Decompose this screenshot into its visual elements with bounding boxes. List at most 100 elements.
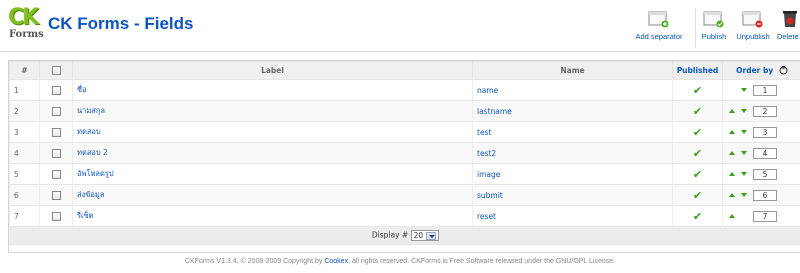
row-order-cell: 5 [722,163,800,185]
move-down-icon[interactable] [741,88,747,92]
field-name-link[interactable]: reset [477,212,496,221]
move-up-icon[interactable] [729,172,735,176]
row-order-cell: 7 [722,205,800,227]
col-header-order-by[interactable]: Order by [722,61,800,80]
published-check-icon[interactable]: ✔ [693,105,702,118]
order-input[interactable]: 3 [753,126,777,138]
field-label-link[interactable]: ชื่อ [77,85,87,94]
field-name-link[interactable]: image [477,170,500,179]
field-label-link[interactable]: ส่งข้อมูล [77,190,104,199]
copyright-text-post: , all rights reserved. CKForms is Free S… [348,258,616,265]
field-label-link[interactable]: ทดสอบ [77,127,101,136]
pagination-cell: Display # 20 [9,226,800,245]
table-row: 1 ชื่อ name ✔ 1 [9,79,800,101]
display-limit-value: 20 [413,231,424,240]
row-checkbox[interactable] [51,148,61,158]
move-down-icon[interactable] [741,130,747,134]
row-label-cell: อัพโหลดรูป [72,163,473,185]
move-down-icon[interactable] [741,151,747,155]
table-row: 7 รีเซ็ต reset ✔ 7 [9,205,800,227]
field-label-link[interactable]: ทดสอบ 2 [77,148,108,157]
row-published-cell: ✔ [672,100,723,122]
header: CK Forms CK Forms - Fields Add separator… [0,0,800,52]
field-name-link[interactable]: lastname [477,107,512,116]
row-checkbox-cell [39,142,73,164]
select-all-checkbox[interactable] [51,66,61,76]
order-input[interactable]: 2 [753,105,777,117]
field-name-link[interactable]: test [477,128,491,137]
order-input[interactable]: 5 [753,168,777,180]
field-label-link[interactable]: รีเซ็ต [77,211,94,220]
table-row: 6 ส่งข้อมูล submit ✔ 6 [9,184,800,206]
move-up-icon[interactable] [729,151,735,155]
chevron-down-icon [426,232,437,240]
row-checkbox-cell [39,79,73,101]
unpublish-button[interactable]: Unpublish [734,8,772,44]
row-checkbox-cell [39,100,73,122]
row-checkbox[interactable] [51,169,61,179]
move-up-icon[interactable] [729,109,735,113]
toolbar: Add separator Publish Unpublish Delete [0,8,800,48]
row-published-cell: ✔ [672,184,723,206]
row-name-cell: test [472,121,673,143]
move-down-icon[interactable] [741,193,747,197]
published-check-icon[interactable]: ✔ [693,84,702,97]
row-number: 2 [9,100,40,122]
row-checkbox[interactable] [51,127,61,137]
fields-table-body: 1 ชื่อ name ✔ 1 2 นามสกุล lastname ✔ 2 3 ทดสอบ test ✔… [9,79,800,227]
unpublish-icon [742,11,763,28]
add-separator-icon [648,11,669,28]
fields-table-panel: # Label Name Published Order by 1 ชื่อ nam… [8,60,800,253]
row-checkbox[interactable] [51,85,61,95]
published-check-icon[interactable]: ✔ [693,210,702,223]
move-down-icon[interactable] [741,109,747,113]
row-checkbox[interactable] [51,106,61,116]
row-label-cell: ทดสอบ [72,121,473,143]
row-checkbox-cell [39,163,73,185]
publish-button[interactable]: Publish [698,8,730,44]
delete-label: Delete [777,32,799,41]
row-name-cell: submit [472,184,673,206]
row-checkbox-cell [39,184,73,206]
add-separator-button[interactable]: Add separator [630,8,688,44]
delete-button[interactable]: Delete [776,8,800,44]
row-published-cell: ✔ [672,142,723,164]
move-up-icon[interactable] [729,214,735,218]
row-label-cell: รีเซ็ต [72,205,473,227]
order-input[interactable]: 7 [753,210,777,222]
published-check-icon[interactable]: ✔ [693,189,702,202]
published-check-icon[interactable]: ✔ [693,126,702,139]
row-number: 3 [9,121,40,143]
field-name-link[interactable]: submit [477,191,503,200]
col-header-name[interactable]: Name [472,61,673,80]
copyright-footer: CKForms V1.3.4, © 2008-2009 Copyright by… [0,258,800,265]
field-name-link[interactable]: name [477,86,498,95]
field-label-link[interactable]: อัพโหลดรูป [77,169,114,178]
row-checkbox-cell [39,121,73,143]
published-check-icon[interactable]: ✔ [693,168,702,181]
published-check-icon[interactable]: ✔ [693,147,702,160]
publish-icon [703,11,724,28]
row-checkbox[interactable] [51,211,61,221]
field-name-link[interactable]: test2 [477,149,496,158]
order-input[interactable]: 6 [753,189,777,201]
save-order-icon[interactable] [779,66,788,75]
move-down-icon[interactable] [741,172,747,176]
row-order-cell: 3 [722,121,800,143]
order-by-label: Order by [736,65,774,75]
row-order-cell: 6 [722,184,800,206]
row-order-cell: 2 [722,100,800,122]
order-input[interactable]: 1 [753,84,777,96]
row-number: 6 [9,184,40,206]
col-header-published[interactable]: Published [672,61,723,80]
field-label-link[interactable]: นามสกุล [77,106,105,115]
order-input[interactable]: 4 [753,147,777,159]
display-limit-select[interactable]: 20 [410,230,440,241]
cookex-link[interactable]: Cookex [324,258,348,265]
row-checkbox[interactable] [51,190,61,200]
table-row: 5 อัพโหลดรูป image ✔ 5 [9,163,800,185]
move-up-icon[interactable] [729,130,735,134]
display-label: Display # [371,230,409,240]
move-up-icon[interactable] [729,193,735,197]
col-header-label[interactable]: Label [72,61,473,80]
